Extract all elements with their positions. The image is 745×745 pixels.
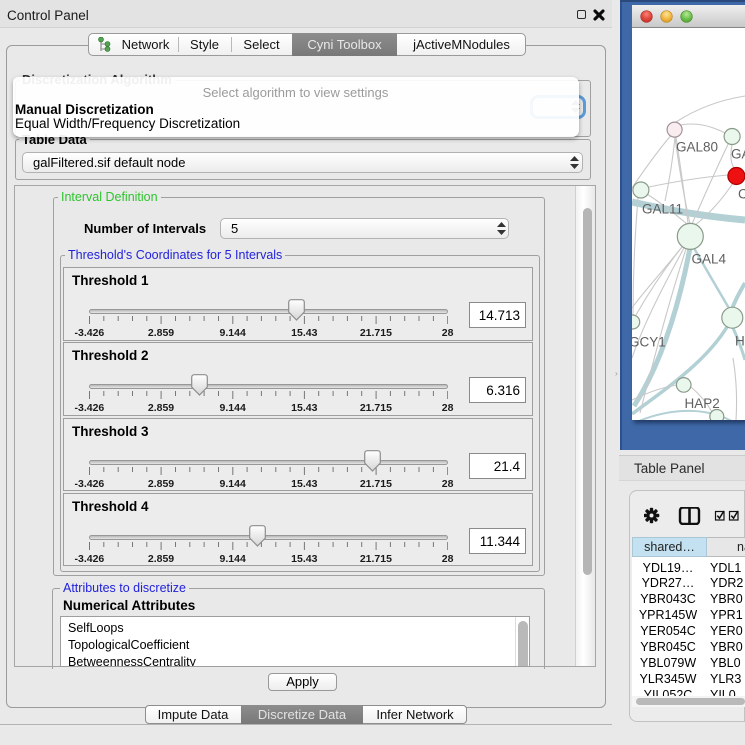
- svg-text:GAL4: GAL4: [692, 252, 727, 267]
- svg-text:HAP2: HAP2: [685, 396, 720, 411]
- svg-text:GCY1: GCY1: [632, 335, 666, 350]
- svg-text:C: C: [738, 187, 745, 202]
- svg-text:GA: GA: [731, 147, 745, 162]
- svg-text:GAL80: GAL80: [676, 140, 718, 155]
- svg-text:GAL11: GAL11: [642, 202, 683, 217]
- svg-text:H: H: [735, 334, 745, 349]
